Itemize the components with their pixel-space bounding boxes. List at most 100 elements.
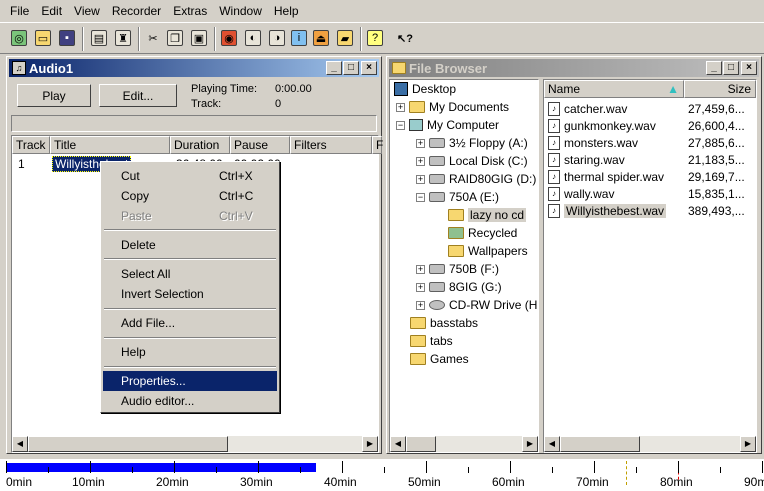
col-size[interactable]: Size bbox=[684, 80, 756, 98]
menu-window[interactable]: Window bbox=[213, 2, 268, 20]
file-list[interactable]: Name ▲ Size ♪ catcher.wav 27,459,6... ♪ gunk… bbox=[543, 79, 757, 453]
tree-my-documents[interactable]: + My Documents bbox=[396, 98, 509, 116]
col-track[interactable]: Track bbox=[12, 136, 50, 154]
col-pause[interactable]: Pause bbox=[230, 136, 290, 154]
minimize-icon[interactable]: _ bbox=[706, 61, 722, 75]
scroll-left-icon[interactable]: ◀ bbox=[12, 436, 28, 452]
track-list-hscroll[interactable]: ◀ ▶ bbox=[12, 436, 378, 452]
file-list-hscroll[interactable]: ◀ ▶ bbox=[544, 436, 756, 452]
folder-icon[interactable]: ▰ bbox=[334, 27, 356, 49]
tree-raid[interactable]: + RAID80GIG (D:) bbox=[416, 170, 536, 188]
scroll-thumb[interactable] bbox=[28, 436, 228, 452]
menu-audio-editor[interactable]: Audio editor... bbox=[103, 391, 277, 411]
paste-icon[interactable]: ▣ bbox=[188, 27, 210, 49]
col-f[interactable]: F bbox=[372, 136, 383, 154]
maximize-icon[interactable]: □ bbox=[723, 61, 739, 75]
open-icon[interactable]: ▭ bbox=[32, 27, 54, 49]
drive-icon bbox=[429, 156, 445, 166]
tree-hscroll[interactable]: ◀ ▶ bbox=[390, 436, 538, 452]
scroll-right-icon[interactable]: ▶ bbox=[362, 436, 378, 452]
tick bbox=[342, 461, 343, 473]
window-icon[interactable]: ▤ bbox=[88, 27, 110, 49]
file-row[interactable]: ♪ wally.wav 15,835,1... bbox=[548, 185, 748, 202]
computer-icon bbox=[409, 119, 423, 131]
eject-icon[interactable]: ⏏ bbox=[310, 27, 332, 49]
menu-cut[interactable]: Cut Ctrl+X bbox=[103, 166, 277, 186]
menu-invert-selection[interactable]: Invert Selection bbox=[103, 284, 277, 304]
file-row[interactable]: ♪ thermal spider.wav 29,169,7... bbox=[548, 168, 748, 185]
menu-extras[interactable]: Extras bbox=[167, 2, 213, 20]
menu-help[interactable]: Help bbox=[268, 2, 305, 20]
audio-window-icon[interactable]: ♫ bbox=[12, 61, 26, 75]
file-row[interactable]: ♪ monsters.wav 27,885,6... bbox=[548, 134, 748, 151]
tree-games[interactable]: Games bbox=[410, 350, 469, 368]
menu-properties[interactable]: Properties... bbox=[103, 371, 277, 391]
cut-icon[interactable]: ✂ bbox=[142, 27, 164, 49]
disc-icon[interactable]: ◐ bbox=[242, 27, 264, 49]
tree-cdrw[interactable]: + CD-RW Drive (H bbox=[416, 296, 537, 314]
disc2-icon[interactable]: ◑ bbox=[266, 27, 288, 49]
scroll-thumb[interactable] bbox=[560, 436, 640, 452]
tree-local-disk[interactable]: + Local Disk (C:) bbox=[416, 152, 528, 170]
tree-tabs[interactable]: tabs bbox=[410, 332, 453, 350]
new-icon[interactable]: ◎ bbox=[8, 27, 30, 49]
browser-folder-icon bbox=[392, 62, 406, 74]
drive-icon bbox=[429, 192, 445, 202]
minor-tick bbox=[552, 467, 553, 473]
menu-delete[interactable]: Delete bbox=[103, 235, 277, 255]
tree-floppy[interactable]: +3½ Floppy (A:) bbox=[416, 134, 528, 152]
scroll-right-icon[interactable]: ▶ bbox=[740, 436, 756, 452]
tree-wallpapers[interactable]: Wallpapers bbox=[448, 242, 528, 260]
tick-label: 50min bbox=[408, 475, 441, 489]
scroll-thumb[interactable] bbox=[406, 436, 436, 452]
scroll-left-icon[interactable]: ◀ bbox=[544, 436, 560, 452]
menu-add-file[interactable]: Add File... bbox=[103, 313, 277, 333]
tree-basstabs[interactable]: basstabs bbox=[410, 314, 478, 332]
col-title[interactable]: Title bbox=[50, 136, 170, 154]
tree-my-computer[interactable]: − My Computer bbox=[396, 116, 499, 134]
burn-icon[interactable]: ◉ bbox=[218, 27, 240, 49]
close-icon[interactable]: × bbox=[741, 61, 757, 75]
col-duration[interactable]: Duration bbox=[170, 136, 230, 154]
scroll-right-icon[interactable]: ▶ bbox=[522, 436, 538, 452]
record-icon[interactable]: ♜ bbox=[112, 27, 134, 49]
menu-paste[interactable]: Paste Ctrl+V bbox=[103, 206, 277, 226]
menu-recorder[interactable]: Recorder bbox=[106, 2, 167, 20]
tree-8gig[interactable]: +8GIG (G:) bbox=[416, 278, 502, 296]
tick-label: 0min bbox=[6, 475, 33, 489]
file-row[interactable]: ♪ gunkmonkey.wav 26,600,4... bbox=[548, 117, 748, 134]
close-icon[interactable]: × bbox=[361, 61, 377, 75]
tick-label: 70min bbox=[576, 475, 609, 489]
info-icon[interactable]: i bbox=[288, 27, 310, 49]
maximize-icon[interactable]: □ bbox=[343, 61, 359, 75]
tree-750a[interactable]: −750A (E:) bbox=[416, 188, 499, 206]
scroll-left-icon[interactable]: ◀ bbox=[390, 436, 406, 452]
minimize-icon[interactable]: _ bbox=[326, 61, 342, 75]
menu-view[interactable]: View bbox=[68, 2, 106, 20]
audio-titlebar[interactable]: ♫ Audio1 _ □ × bbox=[9, 59, 379, 77]
col-filters[interactable]: Filters bbox=[290, 136, 372, 154]
menu-help-item[interactable]: Help bbox=[103, 342, 277, 362]
save-icon[interactable]: ▪ bbox=[56, 27, 78, 49]
menu-copy[interactable]: Copy Ctrl+C bbox=[103, 186, 277, 206]
tree-recycled[interactable]: Recycled bbox=[448, 224, 517, 242]
tree-lazy-no-cd[interactable]: lazy no cd bbox=[448, 206, 527, 224]
whats-this-icon[interactable]: ↖? bbox=[394, 27, 416, 49]
menu-edit[interactable]: Edit bbox=[35, 2, 68, 20]
file-row[interactable]: ♪ staring.wav 21,183,5... bbox=[548, 151, 748, 168]
menu-select-all[interactable]: Select All bbox=[103, 264, 277, 284]
recycle-icon bbox=[448, 227, 464, 239]
help-icon[interactable]: ? bbox=[364, 27, 386, 49]
copy-icon[interactable]: ❐ bbox=[164, 27, 186, 49]
play-button[interactable]: Play bbox=[17, 84, 91, 107]
tree-750b[interactable]: +750B (F:) bbox=[416, 260, 499, 278]
col-name[interactable]: Name ▲ bbox=[544, 80, 684, 98]
file-row[interactable]: ♪ Willyisthebest.wav 389,493,... bbox=[548, 202, 748, 219]
tick bbox=[426, 461, 427, 473]
edit-button[interactable]: Edit... bbox=[99, 84, 177, 107]
menu-file[interactable]: File bbox=[4, 2, 35, 20]
tree-desktop[interactable]: Desktop bbox=[394, 80, 456, 98]
folder-tree[interactable]: Desktop + My Documents − My Computer +3½ F… bbox=[389, 79, 539, 453]
file-row[interactable]: ♪ catcher.wav 27,459,6... bbox=[548, 100, 748, 117]
browser-titlebar[interactable]: File Browser _ □ × bbox=[389, 59, 759, 77]
